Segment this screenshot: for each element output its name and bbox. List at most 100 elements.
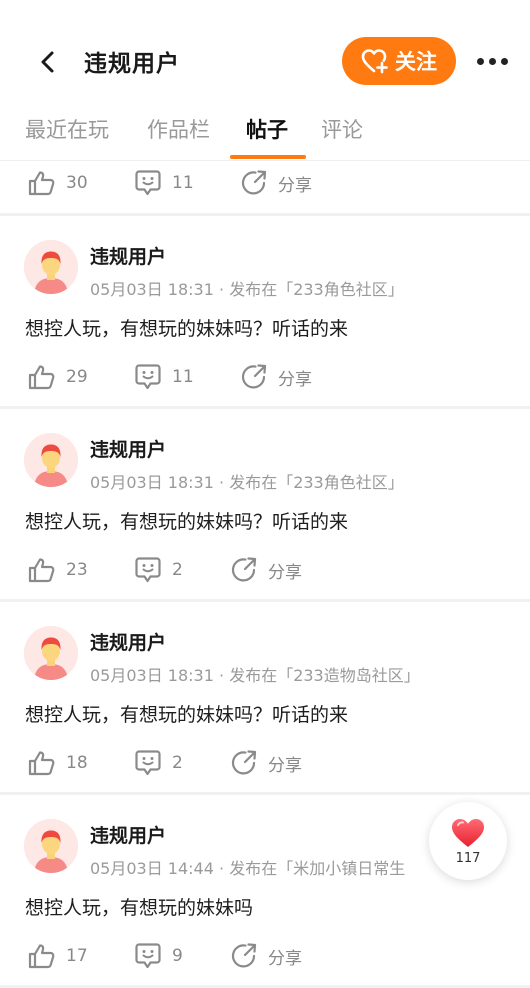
post-content[interactable]: 想控人玩，有想玩的妹妹吗 bbox=[25, 893, 253, 920]
post-venue[interactable]: 发布在「米加小镇日常生 bbox=[229, 859, 405, 878]
comment-button[interactable]: 11 bbox=[134, 359, 194, 395]
post-meta: 05月03日 18:31 · 发布在「233造物岛社区」 bbox=[90, 662, 420, 686]
more-dot-icon bbox=[476, 57, 484, 65]
comment-count: 11 bbox=[172, 367, 194, 387]
comment-button[interactable]: 9 bbox=[134, 938, 183, 974]
post-time: 05月03日 18:31 bbox=[90, 666, 214, 685]
like-button[interactable]: 18 bbox=[28, 745, 88, 781]
avatar[interactable] bbox=[24, 626, 78, 680]
share-button[interactable]: 分享 bbox=[230, 938, 302, 974]
tab-posts[interactable]: 帖子 bbox=[246, 114, 288, 144]
post-card[interactable]: 违规用户 05月03日 18:31 · 发布在「233角色社区」 想控人玩，有想… bbox=[0, 409, 530, 599]
post-content[interactable]: 想控人玩，有想玩的妹妹吗？听话的来 bbox=[25, 314, 348, 341]
top-bar: 违规用户 关注 bbox=[0, 0, 530, 110]
author-name[interactable]: 违规用户 bbox=[90, 628, 166, 655]
share-icon bbox=[231, 750, 257, 775]
avatar[interactable] bbox=[24, 240, 78, 294]
author-name[interactable]: 违规用户 bbox=[90, 435, 166, 462]
comment-icon bbox=[135, 557, 161, 583]
post-meta: 05月03日 18:31 · 发布在「233角色社区」 bbox=[90, 469, 404, 493]
thumbs-up-icon bbox=[28, 751, 55, 776]
comment-icon bbox=[135, 943, 161, 969]
post-time: 05月03日 14:44 bbox=[90, 859, 214, 878]
floating-like-button[interactable]: 117 bbox=[429, 802, 507, 880]
share-label: 分享 bbox=[268, 562, 302, 583]
floating-like-count: 117 bbox=[455, 850, 481, 866]
share-button[interactable]: 分享 bbox=[230, 552, 302, 588]
share-label: 分享 bbox=[268, 755, 302, 776]
share-button[interactable]: 分享 bbox=[230, 745, 302, 781]
follow-label: 关注 bbox=[395, 50, 437, 74]
default-avatar-icon bbox=[24, 626, 78, 680]
comment-icon bbox=[135, 170, 161, 196]
separator-dot: · bbox=[219, 473, 230, 492]
comment-count: 9 bbox=[172, 946, 183, 966]
like-count: 17 bbox=[66, 946, 88, 966]
post-action-bar: 23 2 分享 bbox=[0, 552, 530, 588]
previous-post-actions: 30 11 分享 bbox=[0, 161, 530, 213]
profile-tabs: 最近在玩 作品栏 帖子 评论 bbox=[0, 108, 530, 161]
tab-recently-played[interactable]: 最近在玩 bbox=[25, 114, 109, 144]
default-avatar-icon bbox=[24, 819, 78, 873]
default-avatar-icon bbox=[24, 240, 78, 294]
post-time: 05月03日 18:31 bbox=[90, 473, 214, 492]
post-action-bar: 30 11 分享 bbox=[0, 165, 530, 201]
comment-count: 2 bbox=[172, 753, 183, 773]
like-button[interactable]: 29 bbox=[28, 359, 88, 395]
separator-dot: · bbox=[219, 280, 230, 299]
like-count: 23 bbox=[66, 560, 88, 580]
post-card[interactable]: 违规用户 05月03日 18:31 · 发布在「233造物岛社区」 想控人玩，有… bbox=[0, 602, 530, 792]
follow-button[interactable]: 关注 bbox=[342, 37, 456, 85]
share-icon bbox=[241, 364, 267, 389]
post-action-bar: 29 11 分享 bbox=[0, 359, 530, 395]
post-venue[interactable]: 发布在「233角色社区」 bbox=[229, 473, 404, 492]
default-avatar-icon bbox=[24, 433, 78, 487]
post-venue[interactable]: 发布在「233角色社区」 bbox=[229, 280, 404, 299]
like-count: 29 bbox=[66, 367, 88, 387]
like-count: 30 bbox=[66, 173, 88, 193]
thumbs-up-icon bbox=[28, 944, 55, 969]
author-name[interactable]: 违规用户 bbox=[90, 821, 166, 848]
share-label: 分享 bbox=[268, 948, 302, 969]
post-meta: 05月03日 18:31 · 发布在「233角色社区」 bbox=[90, 276, 404, 300]
active-tab-indicator bbox=[230, 155, 306, 159]
like-count: 18 bbox=[66, 753, 88, 773]
more-options-button[interactable] bbox=[470, 46, 514, 76]
share-label: 分享 bbox=[278, 369, 312, 390]
comment-count: 11 bbox=[172, 173, 194, 193]
post-content[interactable]: 想控人玩，有想玩的妹妹吗？听话的来 bbox=[25, 700, 348, 727]
post-meta: 05月03日 14:44 · 发布在「米加小镇日常生 bbox=[90, 855, 405, 879]
post-content[interactable]: 想控人玩，有想玩的妹妹吗？听话的来 bbox=[25, 507, 348, 534]
page-title: 违规用户 bbox=[84, 51, 180, 77]
more-dot-icon bbox=[488, 57, 496, 65]
tab-comments[interactable]: 评论 bbox=[321, 114, 363, 144]
tab-works[interactable]: 作品栏 bbox=[147, 114, 210, 144]
more-dot-icon bbox=[500, 57, 508, 65]
like-button[interactable]: 17 bbox=[28, 938, 88, 974]
like-button[interactable]: 23 bbox=[28, 552, 88, 588]
heart-plus-icon bbox=[361, 49, 388, 74]
avatar[interactable] bbox=[24, 819, 78, 873]
share-icon bbox=[241, 170, 267, 195]
share-label: 分享 bbox=[278, 175, 312, 196]
thumbs-up-icon bbox=[28, 365, 55, 390]
share-icon bbox=[231, 943, 257, 968]
heart-icon bbox=[452, 818, 484, 847]
comment-icon bbox=[135, 364, 161, 390]
share-button[interactable]: 分享 bbox=[240, 359, 312, 395]
back-button[interactable] bbox=[28, 42, 68, 82]
comment-button[interactable]: 11 bbox=[134, 165, 194, 201]
thumbs-up-icon bbox=[28, 171, 55, 196]
chevron-left-icon bbox=[41, 51, 54, 73]
comment-button[interactable]: 2 bbox=[134, 552, 183, 588]
thumbs-up-icon bbox=[28, 558, 55, 583]
avatar[interactable] bbox=[24, 433, 78, 487]
post-action-bar: 18 2 分享 bbox=[0, 745, 530, 781]
post-venue[interactable]: 发布在「233造物岛社区」 bbox=[229, 666, 420, 685]
post-card[interactable]: 违规用户 05月03日 18:31 · 发布在「233角色社区」 想控人玩，有想… bbox=[0, 216, 530, 406]
like-button[interactable]: 30 bbox=[28, 165, 88, 201]
share-button[interactable]: 分享 bbox=[240, 165, 312, 201]
comment-button[interactable]: 2 bbox=[134, 745, 183, 781]
comment-count: 2 bbox=[172, 560, 183, 580]
author-name[interactable]: 违规用户 bbox=[90, 242, 166, 269]
